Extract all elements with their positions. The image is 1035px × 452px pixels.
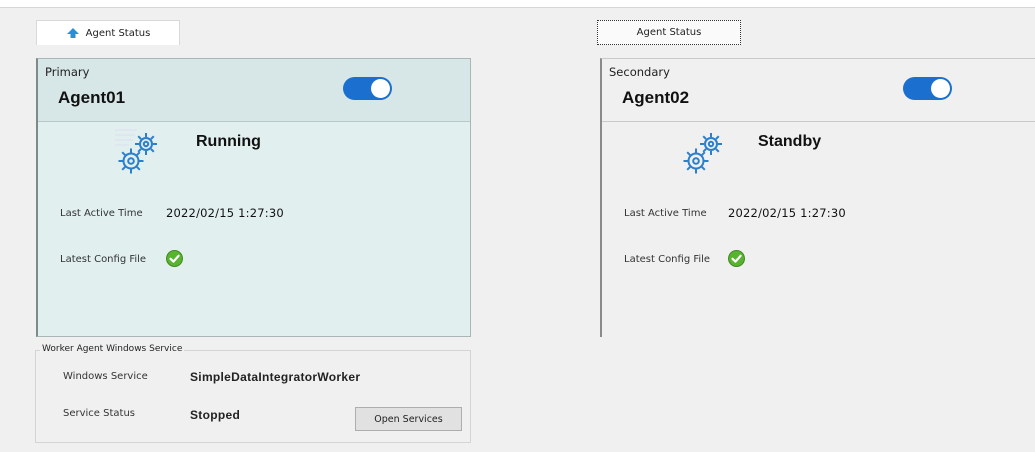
last-active-time-label: Last Active Time [624, 208, 707, 219]
latest-config-file-label: Latest Config File [60, 254, 147, 265]
open-services-button[interactable]: Open Services [355, 407, 462, 431]
tab-label: Agent Status [85, 27, 151, 39]
agent-name: Agent01 [58, 88, 126, 107]
toggle-knob [931, 79, 950, 98]
agent-role-label: Primary [45, 65, 90, 79]
last-active-time-label: Last Active Time [60, 208, 143, 219]
agent-name: Agent02 [622, 88, 690, 107]
service-status-label: Service Status [63, 408, 136, 419]
worker-agent-service-group: Worker Agent Windows Service Windows Ser… [35, 344, 471, 443]
secondary-agent-header: Secondary Agent02 [602, 59, 1035, 122]
top-edge [0, 0, 1035, 8]
agent-enable-toggle[interactable] [903, 77, 952, 100]
windows-service-label: Windows Service [63, 371, 148, 382]
agent-enable-toggle[interactable] [343, 77, 392, 100]
agent-role-label: Secondary [609, 65, 670, 79]
toggle-knob [371, 79, 390, 98]
tab-label: Agent Status [636, 27, 702, 38]
group-title: Worker Agent Windows Service [40, 344, 185, 354]
tab-agent-status-secondary[interactable]: Agent Status [597, 20, 741, 45]
gears-icon [115, 127, 165, 177]
windows-service-value: SimpleDataIntegratorWorker [190, 370, 361, 384]
tab-agent-status-primary[interactable]: Agent Status [36, 20, 180, 45]
check-circle-icon [728, 250, 745, 267]
primary-agent-header: Primary Agent01 [38, 59, 470, 122]
upload-arrow-icon [66, 27, 80, 39]
gears-icon [680, 127, 730, 177]
last-active-time-value: 2022/02/15 1:27:30 [166, 206, 284, 220]
service-status-value: Stopped [190, 408, 241, 422]
latest-config-file-label: Latest Config File [624, 254, 711, 265]
last-active-time-value: 2022/02/15 1:27:30 [728, 206, 846, 220]
secondary-agent-panel: Secondary Agent02 Standby Last Active Ti… [600, 58, 1035, 337]
check-circle-icon [166, 250, 183, 267]
agent-status-text: Standby [758, 133, 822, 150]
agent-status-text: Running [196, 133, 261, 150]
primary-agent-panel: Primary Agent01 Running Last Active Time… [36, 58, 471, 337]
